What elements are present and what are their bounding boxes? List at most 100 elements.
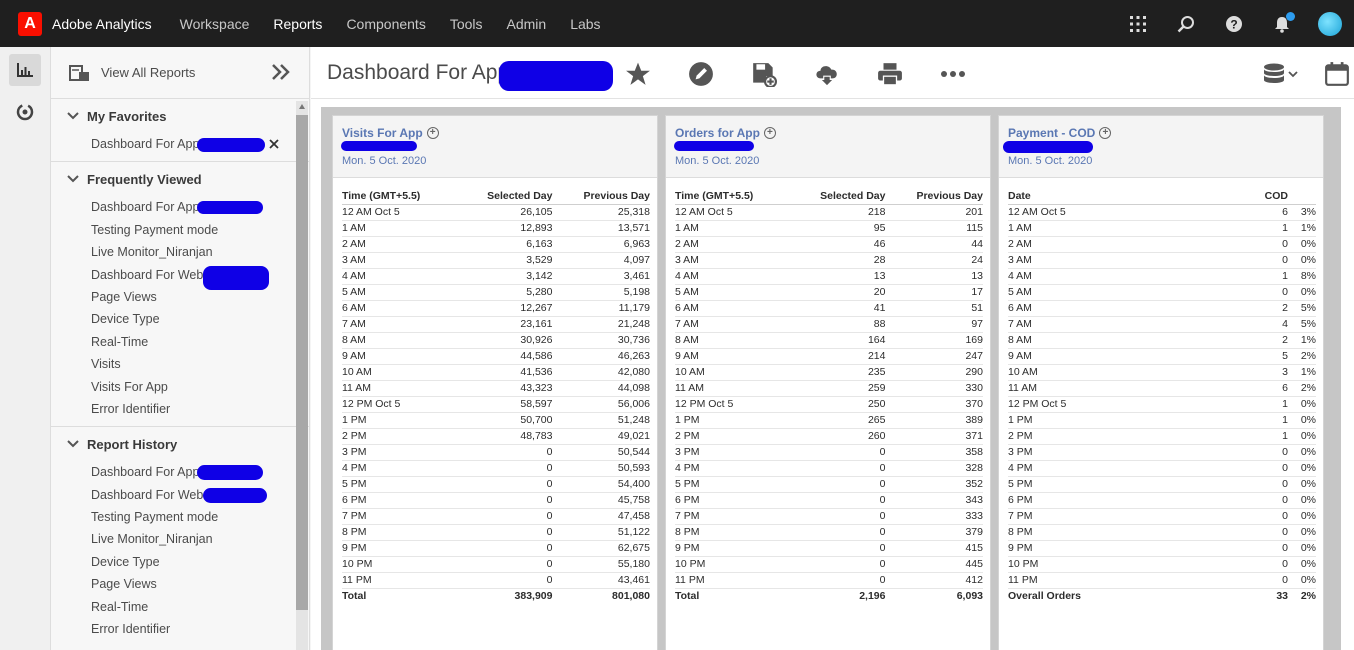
nav-admin[interactable]: Admin — [507, 16, 547, 32]
table-row[interactable]: 11 PM 0 0% — [1008, 572, 1316, 589]
table-row[interactable]: 8 PM 0 379 — [675, 524, 983, 541]
reports-rail-icon[interactable] — [9, 54, 41, 86]
table-row[interactable]: 1 PM 265 389 — [675, 412, 983, 429]
frequent-item[interactable]: Live Monitor_Niranjan — [51, 241, 309, 263]
table-row[interactable]: 10 AM 41,536 42,080 — [342, 364, 650, 381]
column-header[interactable]: Previous Day — [885, 188, 983, 205]
table-row[interactable]: 1 AM 1 1% — [1008, 220, 1316, 237]
frequent-item[interactable]: Visits For App — [51, 376, 309, 398]
report-history-toggle[interactable]: Report History — [51, 427, 309, 461]
table-row[interactable]: 5 AM 20 17 — [675, 284, 983, 301]
add-icon[interactable]: + — [426, 127, 439, 139]
frequent-item[interactable]: Error Identifier — [51, 398, 309, 420]
table-row[interactable]: 2 PM 260 371 — [675, 428, 983, 445]
save-as-icon[interactable] — [751, 61, 777, 87]
table-row[interactable]: 3 AM 28 24 — [675, 252, 983, 269]
realtime-rail-icon[interactable] — [9, 96, 41, 128]
table-row[interactable]: 11 AM 6 2% — [1008, 380, 1316, 397]
table-row[interactable]: 1 AM 12,893 13,571 — [342, 220, 650, 237]
table-row[interactable]: 8 AM 2 1% — [1008, 332, 1316, 349]
frequent-item[interactable]: Real-Time — [51, 331, 309, 353]
table-row[interactable]: 12 PM Oct 5 58,597 56,006 — [342, 396, 650, 413]
adobe-logo-icon[interactable]: A — [18, 11, 42, 36]
table-row[interactable]: 11 AM 43,323 44,098 — [342, 380, 650, 397]
table-row[interactable]: 4 PM 0 0% — [1008, 460, 1316, 477]
add-icon[interactable]: + — [763, 127, 776, 139]
frequent-item[interactable]: Visits — [51, 353, 309, 375]
table-row[interactable]: 9 AM 214 247 — [675, 348, 983, 365]
history-item[interactable]: Dashboard For App — [51, 461, 309, 483]
card-title[interactable]: Orders for App — [675, 126, 760, 140]
frequent-item[interactable]: Dashboard For App — [51, 196, 309, 218]
column-header[interactable] — [1288, 188, 1316, 205]
view-all-reports-label[interactable]: View All Reports — [101, 65, 195, 80]
column-header[interactable]: COD — [1220, 188, 1288, 205]
my-favorites-toggle[interactable]: My Favorites — [51, 99, 309, 133]
table-row[interactable]: 5 PM 0 352 — [675, 476, 983, 493]
favorite-item[interactable]: Dashboard For App — [51, 133, 309, 155]
user-avatar[interactable] — [1318, 11, 1342, 36]
frequent-item[interactable]: Dashboard For Web ( — [51, 264, 309, 290]
table-row[interactable]: 2 AM 0 0% — [1008, 236, 1316, 253]
print-icon[interactable] — [877, 61, 903, 87]
table-row[interactable]: 6 PM 0 343 — [675, 492, 983, 509]
table-row[interactable]: 10 PM 0 445 — [675, 556, 983, 573]
table-row[interactable]: 8 PM 0 0% — [1008, 524, 1316, 541]
table-row[interactable]: 7 PM 0 47,458 — [342, 508, 650, 525]
table-row[interactable]: 5 AM 5,280 5,198 — [342, 284, 650, 301]
table-row[interactable]: 11 PM 0 412 — [675, 572, 983, 589]
table-row[interactable]: 12 PM Oct 5 1 0% — [1008, 396, 1316, 413]
table-row[interactable]: 5 AM 0 0% — [1008, 284, 1316, 301]
table-row[interactable]: 10 PM 0 55,180 — [342, 556, 650, 573]
history-item[interactable]: Live Monitor_Niranjan — [51, 528, 309, 550]
table-row[interactable]: 6 AM 2 5% — [1008, 300, 1316, 317]
remove-favorite-icon[interactable] — [269, 139, 279, 149]
table-row[interactable]: 2 PM 1 0% — [1008, 428, 1316, 445]
frequent-item[interactable]: Page Views — [51, 286, 309, 308]
table-row[interactable]: 8 AM 30,926 30,736 — [342, 332, 650, 349]
table-row[interactable]: 2 AM 46 44 — [675, 236, 983, 253]
frequent-item[interactable]: Device Type — [51, 308, 309, 330]
column-header[interactable]: Selected Day — [789, 188, 886, 205]
table-row[interactable]: 6 AM 12,267 11,179 — [342, 300, 650, 317]
table-row[interactable]: 4 AM 3,142 3,461 — [342, 268, 650, 285]
help-icon[interactable]: ? — [1222, 12, 1246, 36]
table-row[interactable]: 7 AM 23,161 21,248 — [342, 316, 650, 333]
table-row[interactable]: 10 AM 235 290 — [675, 364, 983, 381]
view-all-reports-header[interactable]: View All Reports — [51, 47, 309, 99]
table-row[interactable]: 7 AM 4 5% — [1008, 316, 1316, 333]
nav-labs[interactable]: Labs — [570, 16, 600, 32]
table-row[interactable]: 3 PM 0 0% — [1008, 444, 1316, 461]
table-row[interactable]: 12 AM Oct 5 218 201 — [675, 204, 983, 221]
history-item[interactable]: Real-Time — [51, 596, 309, 618]
history-item[interactable]: Testing Payment mode — [51, 506, 309, 528]
table-row[interactable]: 9 AM 44,586 46,263 — [342, 348, 650, 365]
table-row[interactable]: 12 AM Oct 5 6 3% — [1008, 204, 1316, 221]
table-row[interactable]: 9 AM 5 2% — [1008, 348, 1316, 365]
table-row[interactable]: 11 AM 259 330 — [675, 380, 983, 397]
column-header[interactable]: Time (GMT+5.5) — [675, 188, 790, 205]
table-row[interactable]: 9 PM 0 415 — [675, 540, 983, 557]
column-header[interactable]: Previous Day — [552, 188, 650, 205]
table-row[interactable]: 10 AM 3 1% — [1008, 364, 1316, 381]
table-row[interactable]: 1 PM 50,700 51,248 — [342, 412, 650, 429]
table-row[interactable]: 6 AM 41 51 — [675, 300, 983, 317]
edit-icon[interactable] — [688, 61, 714, 87]
table-row[interactable]: 5 PM 0 0% — [1008, 476, 1316, 493]
table-row[interactable]: 3 AM 3,529 4,097 — [342, 252, 650, 269]
history-item[interactable]: Page Views — [51, 573, 309, 595]
table-row[interactable]: 4 PM 0 50,593 — [342, 460, 650, 477]
table-row[interactable]: 11 PM 0 43,461 — [342, 572, 650, 589]
table-row[interactable]: 4 AM 1 8% — [1008, 268, 1316, 285]
table-row[interactable]: 6 PM 0 0% — [1008, 492, 1316, 509]
table-row[interactable]: 8 PM 0 51,122 — [342, 524, 650, 541]
frequently-viewed-toggle[interactable]: Frequently Viewed — [51, 162, 309, 196]
nav-components[interactable]: Components — [346, 16, 425, 32]
table-row[interactable]: 7 AM 88 97 — [675, 316, 983, 333]
column-header[interactable]: Time (GMT+5.5) — [342, 188, 457, 205]
table-row[interactable]: 9 PM 0 0% — [1008, 540, 1316, 557]
nav-reports[interactable]: Reports — [273, 16, 322, 32]
table-row[interactable]: 8 AM 164 169 — [675, 332, 983, 349]
favorite-star-icon[interactable] — [625, 61, 651, 87]
table-row[interactable]: 1 AM 95 115 — [675, 220, 983, 237]
